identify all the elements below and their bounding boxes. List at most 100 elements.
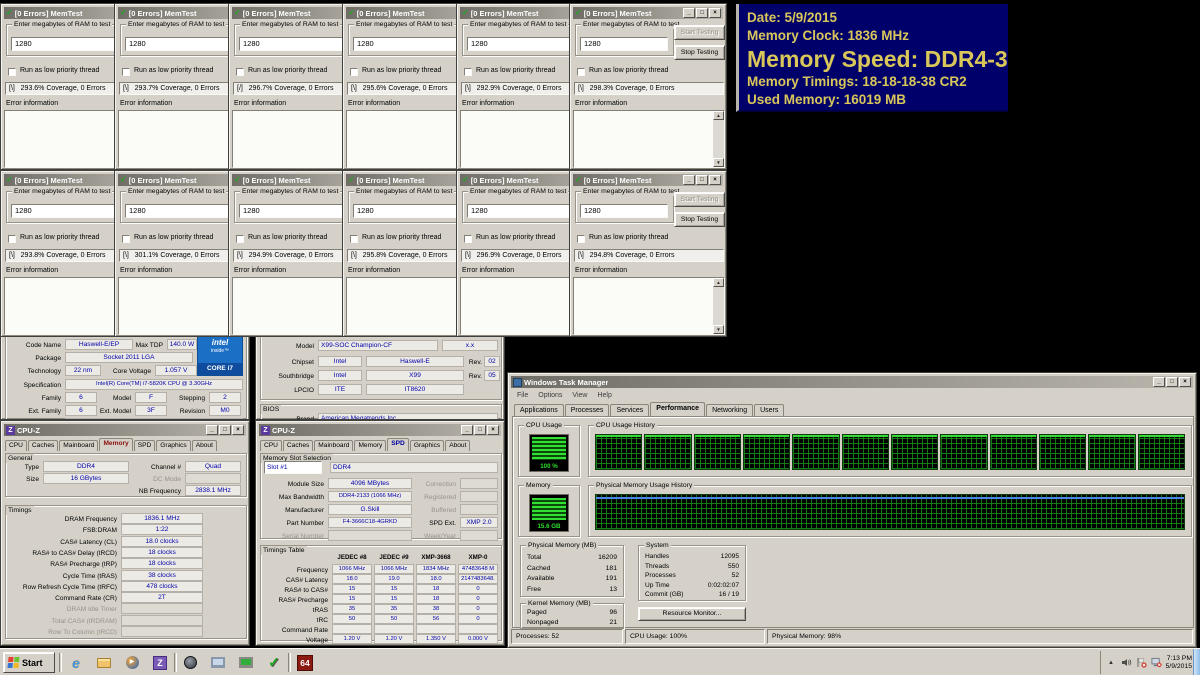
stat-label: Paged bbox=[527, 609, 547, 616]
ram-input[interactable]: 1280 bbox=[580, 37, 668, 51]
hidden-icons-chevron[interactable]: ▲ bbox=[1106, 657, 1117, 668]
action-center-flag-icon[interactable] bbox=[1136, 657, 1147, 668]
minimize-button[interactable]: _ bbox=[683, 8, 695, 18]
scroll-up-icon[interactable]: ▲ bbox=[713, 278, 724, 287]
stop-testing-button[interactable]: Stop Testing bbox=[674, 212, 725, 227]
close-button[interactable]: × bbox=[709, 8, 721, 18]
display-launcher[interactable] bbox=[234, 652, 258, 673]
low-priority-checkbox[interactable] bbox=[464, 235, 472, 243]
start-testing-button[interactable]: Start Testing bbox=[674, 192, 725, 207]
maximize-button[interactable]: □ bbox=[1166, 377, 1178, 387]
desktop[interactable]: ✓ [0 Errors] MemTest _ □ × Enter megabyt… bbox=[0, 0, 1200, 675]
tab-networking[interactable]: Networking bbox=[706, 404, 753, 416]
close-button[interactable]: × bbox=[487, 425, 499, 435]
tab-cpu[interactable]: CPU bbox=[260, 440, 282, 451]
low-priority-checkbox[interactable] bbox=[577, 68, 585, 76]
memtest-launcher[interactable]: ✓ bbox=[262, 652, 286, 673]
menu-file[interactable]: File bbox=[513, 390, 532, 401]
show-desktop-button[interactable] bbox=[1193, 649, 1200, 675]
close-button[interactable]: × bbox=[232, 425, 244, 435]
minimize-button[interactable]: _ bbox=[206, 425, 218, 435]
menu-view[interactable]: View bbox=[568, 390, 591, 401]
volume-icon[interactable] bbox=[1121, 657, 1132, 668]
maximize-button[interactable]: □ bbox=[696, 8, 708, 18]
tab-spd[interactable]: SPD bbox=[387, 438, 409, 451]
tab-services[interactable]: Services bbox=[610, 404, 649, 416]
low-priority-checkbox[interactable] bbox=[8, 235, 16, 243]
memtest-titlebar[interactable]: ✓ [0 Errors] MemTest _ □ × bbox=[573, 174, 723, 186]
tab-caches[interactable]: Caches bbox=[283, 440, 313, 451]
taskman-titlebar[interactable]: Windows Task Manager _ □ × bbox=[511, 376, 1193, 388]
system-group: System Handles12095Threads550Processes52… bbox=[638, 545, 746, 601]
low-priority-checkbox[interactable] bbox=[350, 68, 358, 76]
minimize-button[interactable]: _ bbox=[461, 425, 473, 435]
close-button[interactable]: × bbox=[1179, 377, 1191, 387]
stop-testing-button[interactable]: Stop Testing bbox=[674, 45, 725, 60]
tab-about[interactable]: About bbox=[445, 440, 470, 451]
explorer-launcher[interactable] bbox=[92, 652, 116, 673]
ram-input[interactable]: 1280 bbox=[580, 204, 668, 218]
network-icon[interactable] bbox=[1151, 657, 1162, 668]
error-scrollbar[interactable]: ▲ ▼ bbox=[713, 111, 724, 167]
globe-launcher[interactable] bbox=[178, 652, 202, 673]
low-priority-checkbox[interactable] bbox=[8, 68, 16, 76]
tab-users[interactable]: Users bbox=[754, 404, 784, 416]
ie-launcher[interactable]: e bbox=[64, 652, 88, 673]
scroll-down-icon[interactable]: ▼ bbox=[713, 325, 724, 334]
scroll-up-icon[interactable]: ▲ bbox=[713, 111, 724, 120]
tab-graphics[interactable]: Graphics bbox=[410, 440, 444, 451]
memory-gauge-fill bbox=[532, 498, 566, 520]
minimize-button[interactable]: _ bbox=[1153, 377, 1165, 387]
scroll-track[interactable] bbox=[713, 287, 724, 325]
low-priority-checkbox[interactable] bbox=[236, 68, 244, 76]
memtest-titlebar[interactable]: ✓ [0 Errors] MemTest _ □ × bbox=[573, 7, 723, 19]
slot-dropdown[interactable]: Slot #1 bbox=[264, 461, 322, 474]
low-priority-checkbox[interactable] bbox=[350, 235, 358, 243]
start-testing-button[interactable]: Start Testing bbox=[674, 25, 725, 40]
scroll-track[interactable] bbox=[713, 120, 724, 158]
maximize-button[interactable]: □ bbox=[696, 175, 708, 185]
resource-monitor-button[interactable]: Resource Monitor... bbox=[638, 607, 746, 621]
error-scrollbar[interactable]: ▲ ▼ bbox=[713, 278, 724, 334]
error-info-label: Error information bbox=[120, 100, 172, 107]
tab-performance[interactable]: Performance bbox=[650, 402, 705, 416]
low-priority-checkbox[interactable] bbox=[122, 68, 130, 76]
error-info-box[interactable]: ▲ ▼ bbox=[573, 277, 725, 335]
low-priority-checkbox[interactable] bbox=[464, 68, 472, 76]
tab-graphics[interactable]: Graphics bbox=[156, 440, 190, 451]
hw64-launcher[interactable]: 64 bbox=[293, 652, 317, 673]
maximize-button[interactable]: □ bbox=[219, 425, 231, 435]
cpuz-titlebar[interactable]: Z CPU-Z _ □ × bbox=[4, 424, 246, 436]
tray-clock[interactable]: 7:13 PM 5/9/2015 bbox=[1166, 655, 1192, 671]
error-info-box[interactable]: ▲ ▼ bbox=[573, 110, 725, 168]
stat-value: 191 bbox=[606, 575, 617, 582]
start-button[interactable]: Start bbox=[3, 652, 55, 673]
tab-about[interactable]: About bbox=[192, 440, 217, 451]
low-priority-checkbox[interactable] bbox=[122, 235, 130, 243]
tab-applications[interactable]: Applications bbox=[514, 404, 564, 416]
tab-cpu[interactable]: CPU bbox=[5, 440, 27, 451]
tab-memory[interactable]: Memory bbox=[354, 440, 386, 451]
media-player-launcher[interactable]: ▶ bbox=[120, 652, 144, 673]
cpuz-titlebar[interactable]: Z CPU-Z _ □ × bbox=[259, 424, 501, 436]
scroll-down-icon[interactable]: ▼ bbox=[713, 158, 724, 167]
menu-help[interactable]: Help bbox=[593, 390, 615, 401]
cpuz-launcher[interactable]: Z bbox=[148, 652, 172, 673]
cpu-usage-legend: CPU Usage bbox=[524, 421, 564, 430]
menu-options[interactable]: Options bbox=[534, 390, 566, 401]
tab-mainboard[interactable]: Mainboard bbox=[59, 440, 98, 451]
low-priority-checkbox[interactable] bbox=[577, 235, 585, 243]
tab-spd[interactable]: SPD bbox=[134, 440, 156, 451]
close-button[interactable]: × bbox=[709, 175, 721, 185]
minimize-button[interactable]: _ bbox=[683, 175, 695, 185]
stat-row: Cached181 bbox=[527, 565, 617, 572]
tab-processes[interactable]: Processes bbox=[565, 404, 610, 416]
tab-caches[interactable]: Caches bbox=[28, 440, 58, 451]
tab-memory[interactable]: Memory bbox=[99, 438, 132, 451]
ram-group-label: Enter megabytes of RAM to test bbox=[240, 20, 340, 29]
cpu-history-line bbox=[695, 435, 740, 437]
maximize-button[interactable]: □ bbox=[474, 425, 486, 435]
low-priority-checkbox[interactable] bbox=[236, 235, 244, 243]
tab-mainboard[interactable]: Mainboard bbox=[314, 440, 353, 451]
computer-launcher[interactable] bbox=[206, 652, 230, 673]
